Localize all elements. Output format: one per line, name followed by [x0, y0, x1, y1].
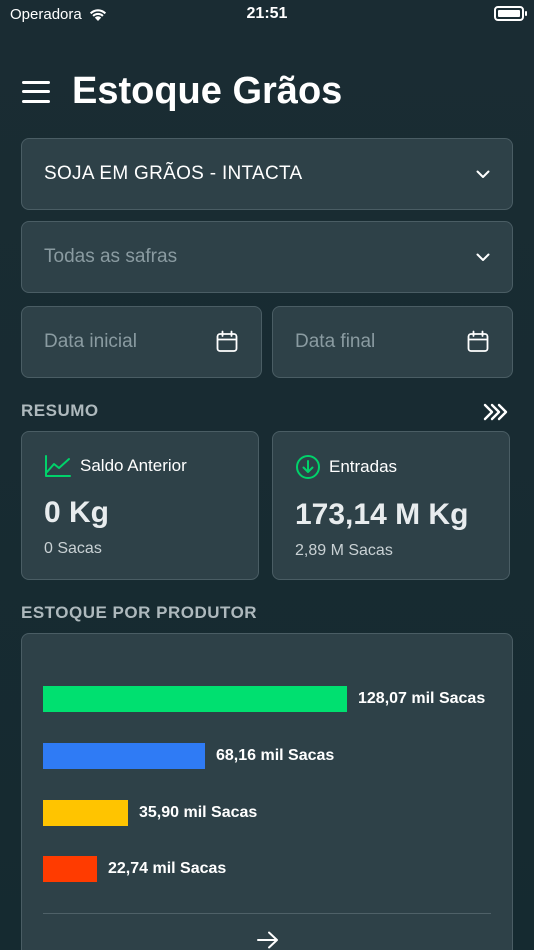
calendar-icon — [216, 330, 238, 352]
card-label: Saldo Anterior — [80, 456, 187, 475]
bar-label: 35,90 mil Sacas — [139, 804, 258, 821]
end-date-placeholder: Data final — [295, 331, 376, 352]
chevrons-right-icon[interactable] — [483, 403, 509, 421]
stock-bar — [43, 743, 205, 769]
card-value: 173,14 M Kg — [295, 498, 469, 531]
stock-bar — [43, 856, 97, 882]
chevron-down-icon — [476, 253, 490, 261]
divider — [43, 913, 491, 914]
chevron-down-icon — [476, 170, 490, 178]
end-date-field[interactable]: Data final — [272, 306, 513, 378]
bar-row[interactable]: 128,07 mil Sacas — [43, 686, 485, 712]
harvest-select[interactable]: Todas as safras — [21, 221, 513, 293]
bar-row[interactable]: 35,90 mil Sacas — [43, 800, 257, 826]
card-sub-value: 2,89 M Sacas — [295, 542, 393, 559]
bar-label: 68,16 mil Sacas — [216, 747, 335, 764]
calendar-icon — [467, 330, 489, 352]
summary-section-title: RESUMO — [21, 401, 99, 420]
page-title: Estoque Grãos — [72, 70, 343, 112]
entries-card[interactable]: Entradas 173,14 M Kg 2,89 M Sacas — [272, 431, 510, 580]
bar-row[interactable]: 68,16 mil Sacas — [43, 743, 334, 769]
previous-balance-card[interactable]: Saldo Anterior 0 Kg 0 Sacas — [21, 431, 259, 580]
bar-row[interactable]: 22,74 mil Sacas — [43, 856, 226, 882]
harvest-select-placeholder: Todas as safras — [44, 246, 178, 267]
status-bar: Operadora 21:51 — [0, 0, 534, 30]
producer-stock-section-title: ESTOQUE POR PRODUTOR — [21, 603, 258, 622]
chart-line-icon — [45, 455, 71, 477]
clock: 21:51 — [246, 5, 288, 22]
arrow-down-circle-icon — [296, 455, 320, 479]
hamburger-menu-icon[interactable] — [22, 80, 50, 103]
battery-icon — [494, 6, 527, 21]
bar-label: 128,07 mil Sacas — [358, 690, 486, 707]
product-select-value: SOJA EM GRÃOS - INTACTA — [44, 163, 303, 184]
app-header: Estoque Grãos — [22, 70, 342, 113]
card-sub-value: 0 Sacas — [44, 540, 102, 557]
stock-bar — [43, 686, 347, 712]
producer-stock-panel: 128,07 mil Sacas 68,16 mil Sacas 35,90 m… — [21, 633, 513, 950]
card-value: 0 Kg — [44, 496, 110, 529]
start-date-field[interactable]: Data inicial — [21, 306, 262, 378]
arrow-right-icon[interactable] — [256, 930, 280, 950]
card-label: Entradas — [329, 457, 398, 476]
bar-label: 22,74 mil Sacas — [108, 860, 227, 877]
stock-bar — [43, 800, 128, 826]
product-select[interactable]: SOJA EM GRÃOS - INTACTA — [21, 138, 513, 210]
start-date-placeholder: Data inicial — [44, 331, 137, 352]
